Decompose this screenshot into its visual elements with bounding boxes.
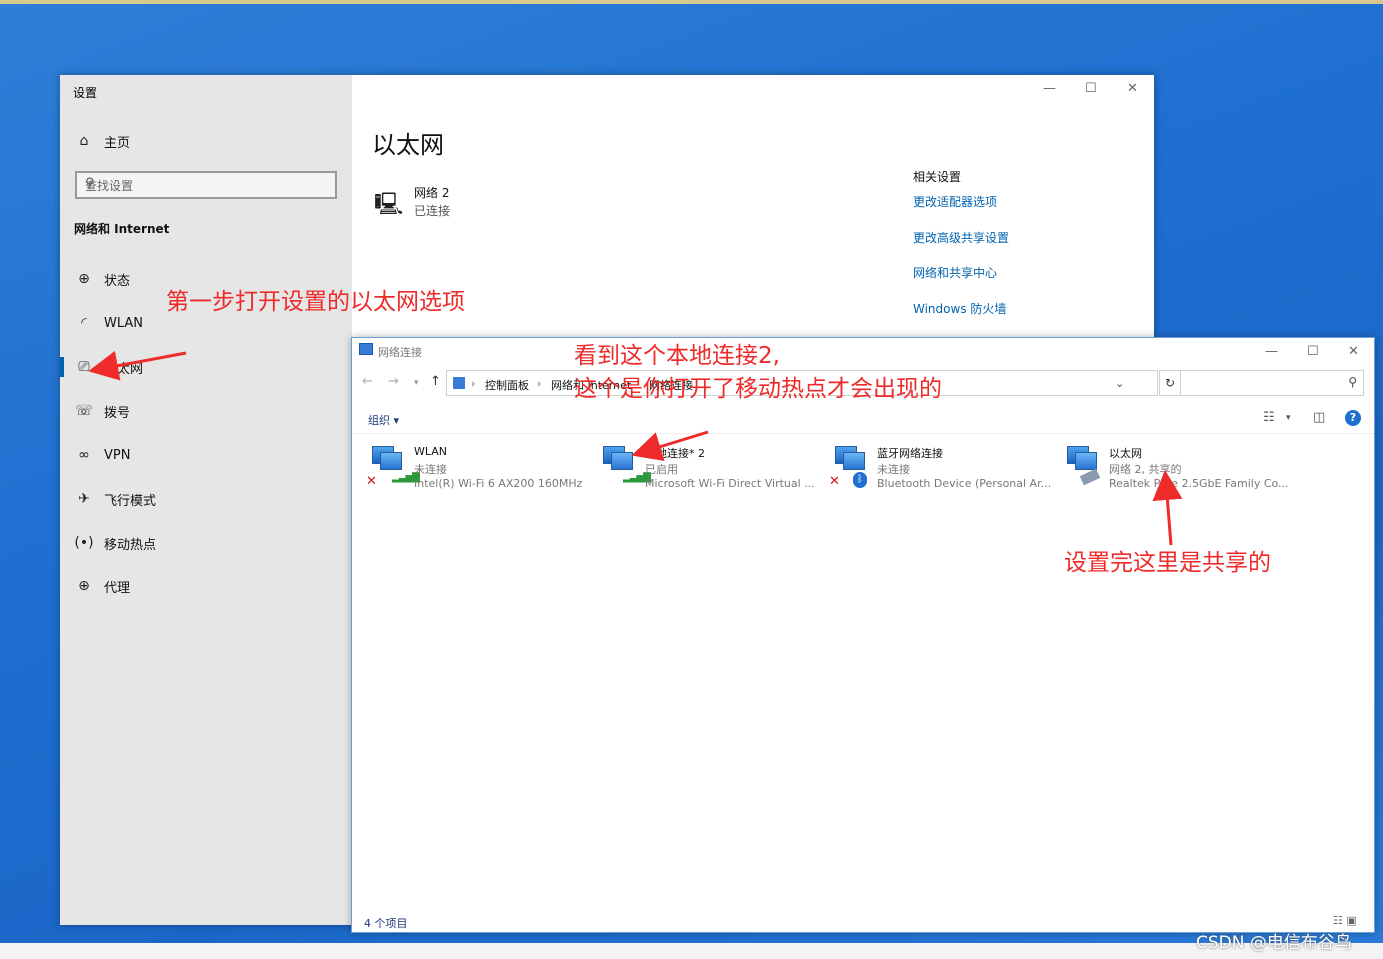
arrow-to-local-connection xyxy=(631,430,709,462)
annotation-arrows xyxy=(88,350,1183,546)
watermark: CSDN @电信布谷鸟 xyxy=(1196,933,1352,953)
arrow-to-ethernet xyxy=(88,350,187,381)
arrow-to-ethernet-shared xyxy=(1152,470,1183,546)
